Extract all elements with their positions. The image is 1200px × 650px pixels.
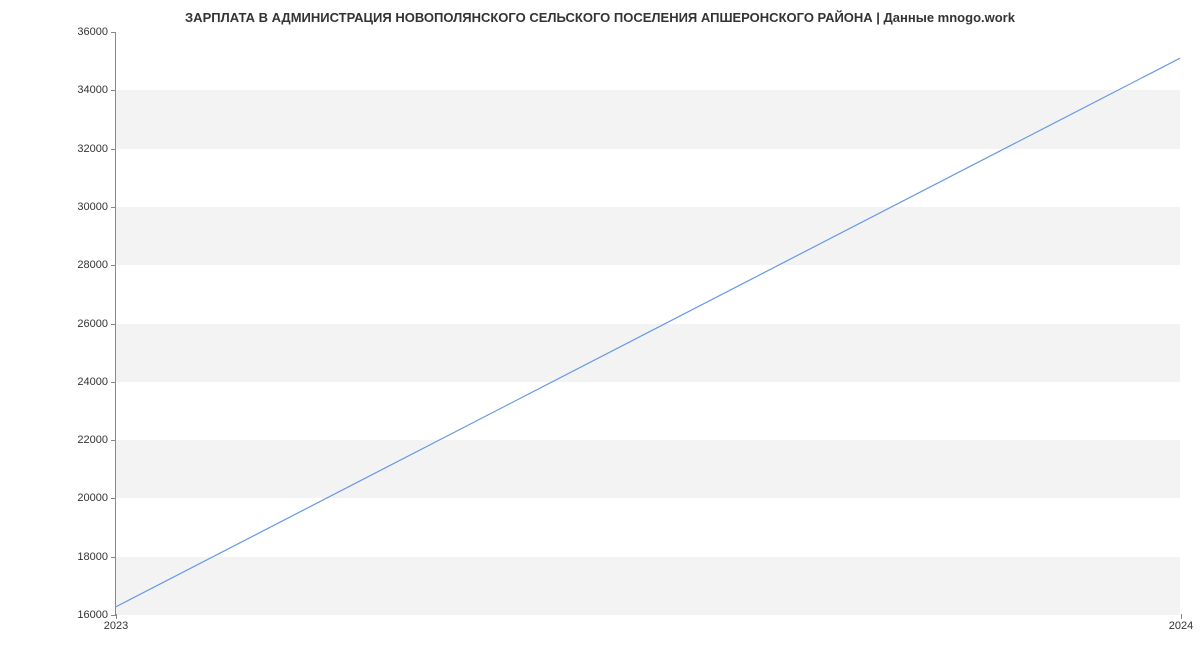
y-tick-label: 34000	[58, 84, 108, 96]
y-tick-label: 16000	[58, 609, 108, 621]
y-tick-label: 24000	[58, 376, 108, 388]
y-tick-label: 26000	[58, 318, 108, 330]
x-tick-label: 2023	[104, 620, 128, 632]
plot-area: 20232024	[115, 32, 1180, 615]
y-tick-mark	[111, 324, 116, 325]
y-tick-label: 18000	[58, 551, 108, 563]
y-tick-mark	[111, 90, 116, 91]
y-tick-mark	[111, 557, 116, 558]
y-tick-mark	[111, 440, 116, 441]
x-tick-mark	[1181, 614, 1182, 619]
y-tick-label: 30000	[58, 201, 108, 213]
y-tick-label: 28000	[58, 259, 108, 271]
y-tick-label: 20000	[58, 492, 108, 504]
x-tick-mark	[116, 614, 117, 619]
y-tick-mark	[111, 207, 116, 208]
y-tick-mark	[111, 32, 116, 33]
y-tick-mark	[111, 382, 116, 383]
y-tick-mark	[111, 498, 116, 499]
y-tick-mark	[111, 265, 116, 266]
y-tick-label: 36000	[58, 26, 108, 38]
chart-title: ЗАРПЛАТА В АДМИНИСТРАЦИЯ НОВОПОЛЯНСКОГО …	[0, 10, 1200, 25]
y-tick-mark	[111, 149, 116, 150]
y-tick-label: 22000	[58, 434, 108, 446]
x-tick-label: 2024	[1169, 620, 1193, 632]
y-tick-label: 32000	[58, 143, 108, 155]
data-line	[116, 32, 1180, 614]
